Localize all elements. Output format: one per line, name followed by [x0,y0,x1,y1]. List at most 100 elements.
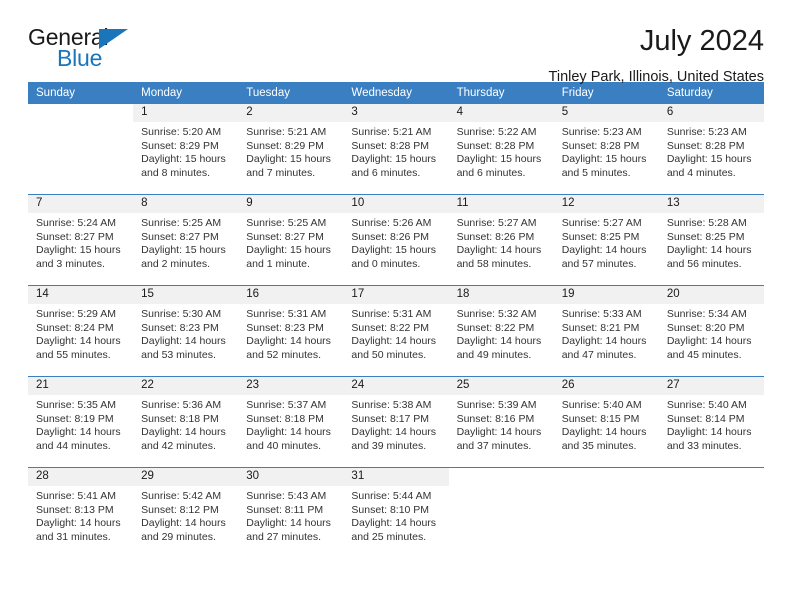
sunrise-time: Sunrise: 5:44 AM [351,490,432,502]
day-cell-content: 5 Sunrise: 5:23 AM Sunset: 8:28 PM Daylight… [553,104,659,194]
sunset-time: Sunset: 8:14 PM [666,412,745,425]
sunset-time: Sunset: 8:28 PM [351,139,430,152]
daylight-duration-line2: and 56 minutes. [666,257,742,270]
sunset-time: Sunset: 8:25 PM [666,230,745,243]
calendar-day-cell[interactable]: 26 Sunrise: 5:40 AM Sunset: 8:15 PM Dayligh… [553,376,659,468]
daylight-duration-line1: Daylight: 14 hours [36,517,121,530]
daylight-duration-line2: and 1 minute. [246,257,310,270]
day-astro-info: Sunrise: 5:25 AM Sunset: 8:27 PM Daylight:… [238,213,343,271]
page-subtitle: Tinley Park, Illinois, United States [548,69,764,86]
calendar-day-cell[interactable]: 20 Sunrise: 5:34 AM Sunset: 8:20 PM Dayligh… [658,285,764,377]
calendar-week-row: 28 Sunrise: 5:41 AM Sunset: 8:13 PM Dayligh… [28,467,764,558]
day-number: 27 [658,377,764,395]
calendar-day-cell[interactable]: 10 Sunrise: 5:26 AM Sunset: 8:26 PM Dayligh… [343,194,449,286]
daylight-duration-line1: Daylight: 14 hours [666,426,752,439]
day-astro-info: Sunrise: 5:42 AM Sunset: 8:12 PM Daylight:… [133,486,238,544]
calendar-cell-empty [448,467,554,558]
sunrise-time: Sunrise: 5:32 AM [456,308,537,320]
calendar-cell-empty [658,467,764,558]
calendar-day-cell[interactable]: 17 Sunrise: 5:31 AM Sunset: 8:22 PM Dayligh… [343,285,449,377]
calendar-day-cell[interactable]: 25 Sunrise: 5:39 AM Sunset: 8:16 PM Dayligh… [448,376,554,468]
day-astro-info: Sunrise: 5:37 AM Sunset: 8:18 PM Daylight:… [238,395,343,453]
calendar-day-cell[interactable]: 1 Sunrise: 5:20 AM Sunset: 8:29 PM Daylight… [133,104,239,195]
daylight-duration-line1: Daylight: 15 hours [36,244,121,257]
sunrise-time: Sunrise: 5:33 AM [561,308,642,320]
daylight-duration-line2: and 55 minutes. [36,348,111,361]
day-number: 4 [448,104,554,122]
day-cell-content: 27 Sunrise: 5:40 AM Sunset: 8:14 PM Dayligh… [658,377,764,467]
daylight-duration-line1: Daylight: 14 hours [246,517,331,530]
calendar-day-cell[interactable]: 21 Sunrise: 5:35 AM Sunset: 8:19 PM Dayligh… [28,376,134,468]
calendar-day-cell[interactable]: 11 Sunrise: 5:27 AM Sunset: 8:26 PM Dayligh… [448,194,554,286]
calendar-day-cell[interactable]: 28 Sunrise: 5:41 AM Sunset: 8:13 PM Dayligh… [28,467,134,558]
daylight-duration-line1: Daylight: 14 hours [36,335,121,348]
daylight-duration-line1: Daylight: 14 hours [456,244,542,257]
day-cell-content: 17 Sunrise: 5:31 AM Sunset: 8:22 PM Dayligh… [343,286,449,376]
day-number: 6 [658,104,764,122]
calendar-day-cell[interactable]: 30 Sunrise: 5:43 AM Sunset: 8:11 PM Dayligh… [238,467,344,558]
daylight-duration-line2: and 6 minutes. [456,166,526,179]
day-number: 11 [448,195,554,213]
sunset-time: Sunset: 8:16 PM [456,412,535,425]
sunset-time: Sunset: 8:27 PM [36,230,114,243]
calendar-week-row: 7 Sunrise: 5:24 AM Sunset: 8:27 PM Daylight… [28,194,764,286]
day-number: 18 [448,286,554,304]
sunset-time: Sunset: 8:25 PM [561,230,640,243]
daylight-duration-line2: and 37 minutes. [456,439,532,452]
day-astro-info: Sunrise: 5:21 AM Sunset: 8:29 PM Daylight:… [238,122,343,180]
daylight-duration-line2: and 7 minutes. [246,166,316,179]
calendar-day-cell[interactable]: 9 Sunrise: 5:25 AM Sunset: 8:27 PM Daylight… [238,194,344,286]
day-astro-info: Sunrise: 5:40 AM Sunset: 8:14 PM Daylight:… [659,395,764,453]
sunset-time: Sunset: 8:18 PM [246,412,324,425]
calendar-day-cell[interactable]: 6 Sunrise: 5:23 AM Sunset: 8:28 PM Daylight… [658,104,764,195]
weekday-header-monday: Monday [133,82,239,104]
calendar-day-cell[interactable]: 29 Sunrise: 5:42 AM Sunset: 8:12 PM Dayligh… [133,467,239,558]
calendar-day-cell[interactable]: 12 Sunrise: 5:27 AM Sunset: 8:25 PM Dayligh… [553,194,659,286]
sunrise-time: Sunrise: 5:27 AM [561,217,642,229]
sunrise-time: Sunrise: 5:31 AM [351,308,432,320]
daylight-duration-line1: Daylight: 14 hours [246,335,331,348]
daylight-duration-line2: and 27 minutes. [246,530,321,543]
day-astro-info: Sunrise: 5:28 AM Sunset: 8:25 PM Daylight:… [659,213,764,271]
day-astro-info: Sunrise: 5:27 AM Sunset: 8:25 PM Daylight:… [554,213,659,271]
calendar-day-cell[interactable]: 27 Sunrise: 5:40 AM Sunset: 8:14 PM Dayligh… [658,376,764,468]
calendar-week-row: 21 Sunrise: 5:35 AM Sunset: 8:19 PM Dayligh… [28,376,764,468]
calendar-day-cell[interactable]: 8 Sunrise: 5:25 AM Sunset: 8:27 PM Daylight… [133,194,239,286]
calendar-day-cell[interactable]: 16 Sunrise: 5:31 AM Sunset: 8:23 PM Dayligh… [238,285,344,377]
day-astro-info: Sunrise: 5:31 AM Sunset: 8:22 PM Daylight:… [343,304,448,362]
daylight-duration-line2: and 47 minutes. [561,348,637,361]
sunrise-time: Sunrise: 5:37 AM [246,399,327,411]
daylight-duration-line1: Daylight: 14 hours [351,335,437,348]
sunrise-time: Sunrise: 5:23 AM [561,126,642,138]
title-block: July 2024 Tinley Park, Illinois, United … [548,26,764,86]
daylight-duration-line1: Daylight: 15 hours [456,153,542,166]
sunrise-time: Sunrise: 5:31 AM [246,308,327,320]
daylight-duration-line1: Daylight: 14 hours [141,426,226,439]
calendar-day-cell[interactable]: 2 Sunrise: 5:21 AM Sunset: 8:29 PM Daylight… [238,104,344,195]
calendar-day-cell[interactable]: 23 Sunrise: 5:37 AM Sunset: 8:18 PM Dayligh… [238,376,344,468]
day-number: 10 [343,195,449,213]
calendar-day-cell[interactable]: 5 Sunrise: 5:23 AM Sunset: 8:28 PM Daylight… [553,104,659,195]
general-blue-logo[interactable]: General Blue [28,26,148,78]
calendar-day-cell[interactable]: 14 Sunrise: 5:29 AM Sunset: 8:24 PM Dayligh… [28,285,134,377]
calendar-day-cell[interactable]: 31 Sunrise: 5:44 AM Sunset: 8:10 PM Dayligh… [343,467,449,558]
daylight-duration-line1: Daylight: 14 hours [351,517,437,530]
calendar-day-cell[interactable]: 4 Sunrise: 5:22 AM Sunset: 8:28 PM Daylight… [448,104,554,195]
day-cell-content: 10 Sunrise: 5:26 AM Sunset: 8:26 PM Dayligh… [343,195,449,285]
calendar-day-cell[interactable]: 22 Sunrise: 5:36 AM Sunset: 8:18 PM Dayligh… [133,376,239,468]
calendar-day-cell[interactable]: 18 Sunrise: 5:32 AM Sunset: 8:22 PM Dayligh… [448,285,554,377]
calendar-day-cell[interactable]: 3 Sunrise: 5:21 AM Sunset: 8:28 PM Daylight… [343,104,449,195]
day-cell-content [553,468,659,558]
day-number: 12 [553,195,659,213]
day-cell-content: 18 Sunrise: 5:32 AM Sunset: 8:22 PM Dayligh… [448,286,554,376]
daylight-duration-line1: Daylight: 15 hours [666,153,752,166]
calendar-day-cell[interactable]: 7 Sunrise: 5:24 AM Sunset: 8:27 PM Daylight… [28,194,134,286]
sunset-time: Sunset: 8:21 PM [561,321,640,334]
calendar-day-cell[interactable]: 13 Sunrise: 5:28 AM Sunset: 8:25 PM Dayligh… [658,194,764,286]
calendar-day-cell[interactable]: 19 Sunrise: 5:33 AM Sunset: 8:21 PM Dayligh… [553,285,659,377]
calendar-day-cell[interactable]: 15 Sunrise: 5:30 AM Sunset: 8:23 PM Dayligh… [133,285,239,377]
day-cell-content: 29 Sunrise: 5:42 AM Sunset: 8:12 PM Dayligh… [133,468,239,558]
day-astro-info: Sunrise: 5:29 AM Sunset: 8:24 PM Daylight:… [28,304,133,362]
sunset-time: Sunset: 8:27 PM [246,230,324,243]
calendar-day-cell[interactable]: 24 Sunrise: 5:38 AM Sunset: 8:17 PM Dayligh… [343,376,449,468]
